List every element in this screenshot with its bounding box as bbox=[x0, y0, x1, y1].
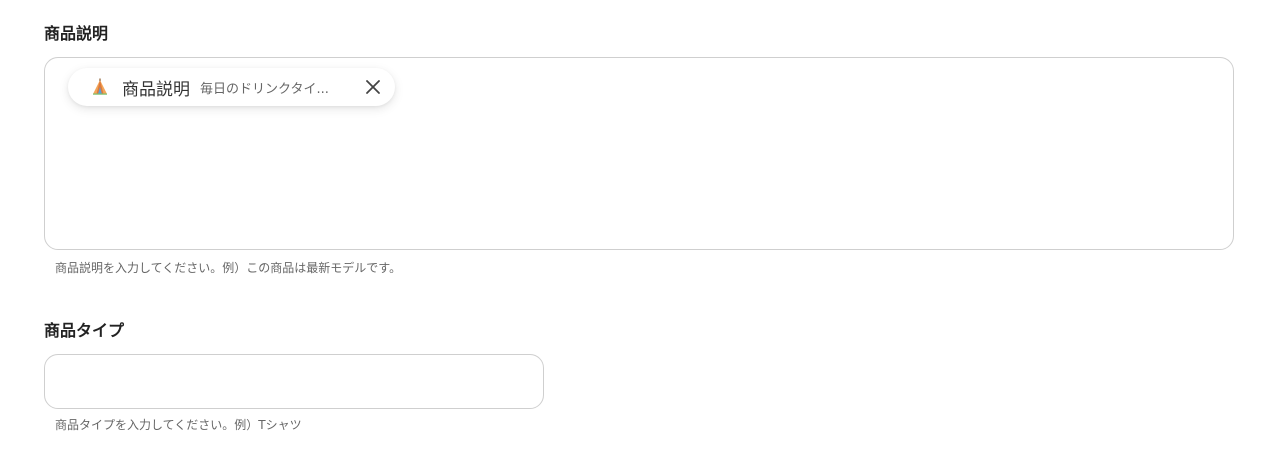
chip-variable-name: 商品説明 bbox=[122, 79, 190, 100]
chip-variable-value: 毎日のドリンクタイ... bbox=[200, 81, 329, 97]
type-input[interactable] bbox=[44, 354, 544, 409]
description-helper-text: 商品説明を入力してください。例）この商品は最新モデルです。 bbox=[55, 261, 402, 275]
description-label: 商品説明 bbox=[44, 24, 109, 43]
description-variable-chip[interactable]: 商品説明 毎日のドリンクタイ... bbox=[68, 68, 395, 106]
close-icon[interactable] bbox=[363, 77, 383, 97]
type-label: 商品タイプ bbox=[44, 321, 125, 340]
tent-icon bbox=[90, 77, 110, 97]
type-helper-text: 商品タイプを入力してください。例）Tシャツ bbox=[55, 418, 302, 432]
